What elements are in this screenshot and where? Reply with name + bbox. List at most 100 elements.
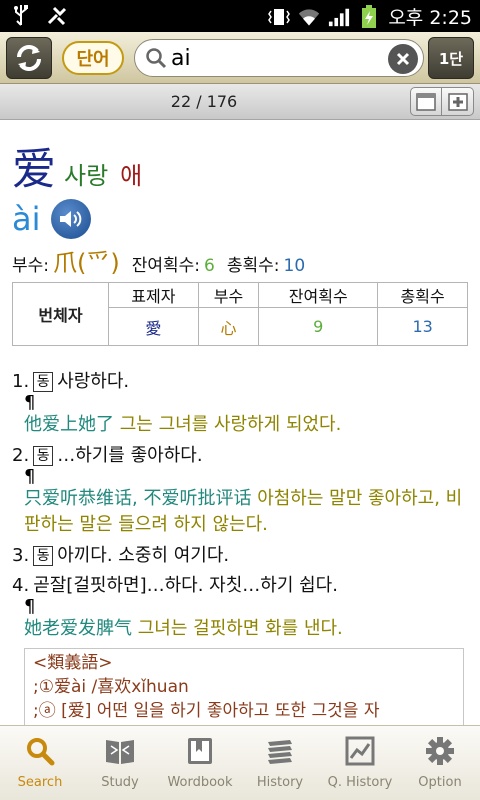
vibrate-icon — [268, 6, 291, 28]
nav-label: Search — [17, 775, 63, 790]
variant-row-label: 번체자 — [12, 282, 109, 346]
status-time: 오후 2:25 — [388, 7, 472, 29]
clear-search-button[interactable] — [388, 44, 418, 74]
example-sentence: 他爱上她了 그는 그녀를 사랑하게 되었다. — [24, 412, 468, 438]
definition-item: 4. 곧잘[걸핏하면]…하다. 자칫…하기 쉽다. ¶ 她老爱发脾气 그녀는 걸… — [12, 574, 468, 642]
pinyin: ài — [12, 200, 41, 238]
word-mode-button[interactable]: 단어 — [62, 41, 124, 75]
synonym-box: <類義語> ;①爱ài /喜欢xǐhuan ;ⓐ [爱] 어떤 일을 하기 좋아… — [24, 648, 464, 725]
window-icon — [416, 92, 436, 111]
search-input[interactable] — [171, 44, 371, 72]
add-icon — [447, 92, 468, 111]
nav-quiz-history[interactable]: Q. History — [320, 726, 400, 800]
variant-hanzi[interactable]: 愛 — [108, 307, 199, 346]
refresh-icon — [17, 45, 41, 71]
definition-item: 3. 동 아끼다. 소중히 여기다. — [12, 544, 468, 568]
book-icon — [104, 735, 136, 767]
pos-badge: 동 — [33, 546, 54, 566]
usb-icon — [10, 4, 32, 26]
radical-label: 부수: — [12, 256, 50, 276]
stroke-info: 부수: 爪(爫) 잔여획수: 6 총획수: 10 — [12, 243, 468, 278]
radical-value: 爪(爫) — [53, 249, 120, 277]
status-bar: 오후 2:25 — [0, 0, 480, 32]
counter-bar: 22 / 176 — [0, 84, 480, 120]
definition-text: 사랑하다. — [57, 371, 130, 392]
headword-sound: 애 — [120, 162, 143, 190]
nav-label: Q. History — [327, 775, 393, 790]
play-audio-button[interactable] — [50, 199, 91, 239]
nav-search[interactable]: Search — [0, 726, 80, 800]
definition-text: 곧잘[걸핏하면]…하다. 자칫…하기 쉽다. — [33, 575, 338, 596]
nav-label: History — [256, 775, 304, 790]
total-strokes-label: 총획수: — [226, 256, 280, 276]
headword-hanzi: 爱 — [12, 144, 56, 195]
nav-label: Option — [418, 775, 462, 790]
example-marker: ¶ — [24, 596, 36, 617]
battery-icon — [358, 4, 380, 28]
variant-header-radical: 부수 — [197, 282, 260, 308]
synonym-title: <類義語> — [33, 653, 113, 673]
entry-content[interactable]: 爱 사랑 애 ài 부수: 爪(爫) 잔여획수: 6 총획수: 10 번체자 표… — [0, 121, 480, 725]
debug-icon — [46, 4, 68, 26]
example-korean: 그녀는 걸핏하면 화를 낸다. — [137, 618, 343, 639]
definition-number: 1. — [12, 371, 30, 392]
definition-number: 3. — [12, 545, 30, 566]
speaker-icon — [59, 211, 81, 227]
wordbook-icon — [184, 735, 216, 767]
definition-text: …하기를 좋아하다. — [57, 445, 203, 466]
pinyin-row: ài — [12, 199, 468, 239]
history-icon — [264, 735, 296, 767]
signal-icon — [328, 6, 350, 28]
variant-radical: 心 — [197, 307, 260, 346]
toolbar: 단어 1단 — [0, 32, 480, 84]
nav-label: Study — [101, 775, 139, 790]
result-counter: 22 / 176 — [170, 92, 238, 111]
definition-item: 2. 동 …하기를 좋아하다. ¶ 只爱听恭维话, 不爱听批评话 아첨하는 말만… — [12, 444, 468, 538]
add-to-wordbook-button[interactable] — [442, 87, 474, 116]
nav-wordbook[interactable]: Wordbook — [160, 726, 240, 800]
headword-row: 爱 사랑 애 — [12, 133, 468, 197]
definition-item: 1. 동 사랑하다. ¶ 他爱上她了 그는 그녀를 사랑하게 되었다. — [12, 370, 468, 438]
variant-remaining-strokes: 9 — [258, 307, 379, 346]
example-sentence: 只爱听恭维话, 不爱听批评话 아첨하는 말만 좋아하고, 비판하는 말은 들으려… — [24, 486, 468, 538]
variant-header-headword: 표제자 — [108, 282, 199, 308]
search-icon — [24, 735, 56, 767]
variant-header-remaining: 잔여획수 — [258, 282, 379, 308]
example-marker: ¶ — [24, 392, 36, 413]
definition-number: 2. — [12, 445, 30, 466]
gear-icon — [424, 735, 456, 767]
example-sentence: 她老爱发脾气 그녀는 걸핏하면 화를 낸다. — [24, 616, 468, 642]
search-box[interactable] — [134, 39, 424, 77]
nav-label: Wordbook — [167, 775, 233, 790]
variant-total-strokes: 13 — [377, 307, 468, 346]
example-chinese[interactable]: 他爱上她了 — [24, 414, 114, 435]
remaining-strokes-value: 6 — [204, 256, 215, 276]
bottom-nav: Search Study Wordbook History Q. History… — [0, 725, 480, 800]
column-mode-button[interactable]: 1단 — [428, 37, 474, 79]
nav-history[interactable]: History — [240, 726, 320, 800]
view-toggle-button[interactable] — [410, 87, 442, 116]
pos-badge: 동 — [33, 372, 54, 392]
example-chinese[interactable]: 她老爱发脾气 — [24, 618, 132, 639]
definitions: 1. 동 사랑하다. ¶ 他爱上她了 그는 그녀를 사랑하게 되었다. 2. 동… — [12, 370, 468, 725]
nav-study[interactable]: Study — [80, 726, 160, 800]
example-chinese[interactable]: 只爱听恭维话, 不爱听批评话 — [24, 488, 251, 509]
synonym-line: ;①爱ài /喜欢xǐhuan — [33, 677, 189, 697]
wifi-icon — [298, 6, 320, 28]
synonym-line: ;ⓐ [爱] 어떤 일을 하기 좋아하고 또한 그것을 자 — [33, 701, 380, 721]
example-korean: 그는 그녀를 사랑하게 되었다. — [119, 414, 342, 435]
example-marker: ¶ — [24, 466, 36, 487]
definition-number: 4. — [12, 575, 30, 596]
close-icon — [396, 52, 410, 66]
definition-text: 아끼다. 소중히 여기다. — [57, 545, 230, 566]
remaining-strokes-label: 잔여획수: — [131, 256, 201, 276]
search-icon — [145, 47, 167, 73]
variant-header-total: 총획수 — [377, 282, 468, 308]
traditional-variant-table: 번체자 표제자 부수 잔여획수 총획수 愛 心 9 13 — [12, 282, 468, 346]
headword-meaning: 사랑 — [64, 162, 109, 190]
nav-option[interactable]: Option — [400, 726, 480, 800]
total-strokes-value: 10 — [283, 256, 306, 276]
pos-badge: 동 — [33, 446, 54, 466]
refresh-button[interactable] — [6, 37, 52, 79]
chart-icon — [344, 735, 376, 767]
